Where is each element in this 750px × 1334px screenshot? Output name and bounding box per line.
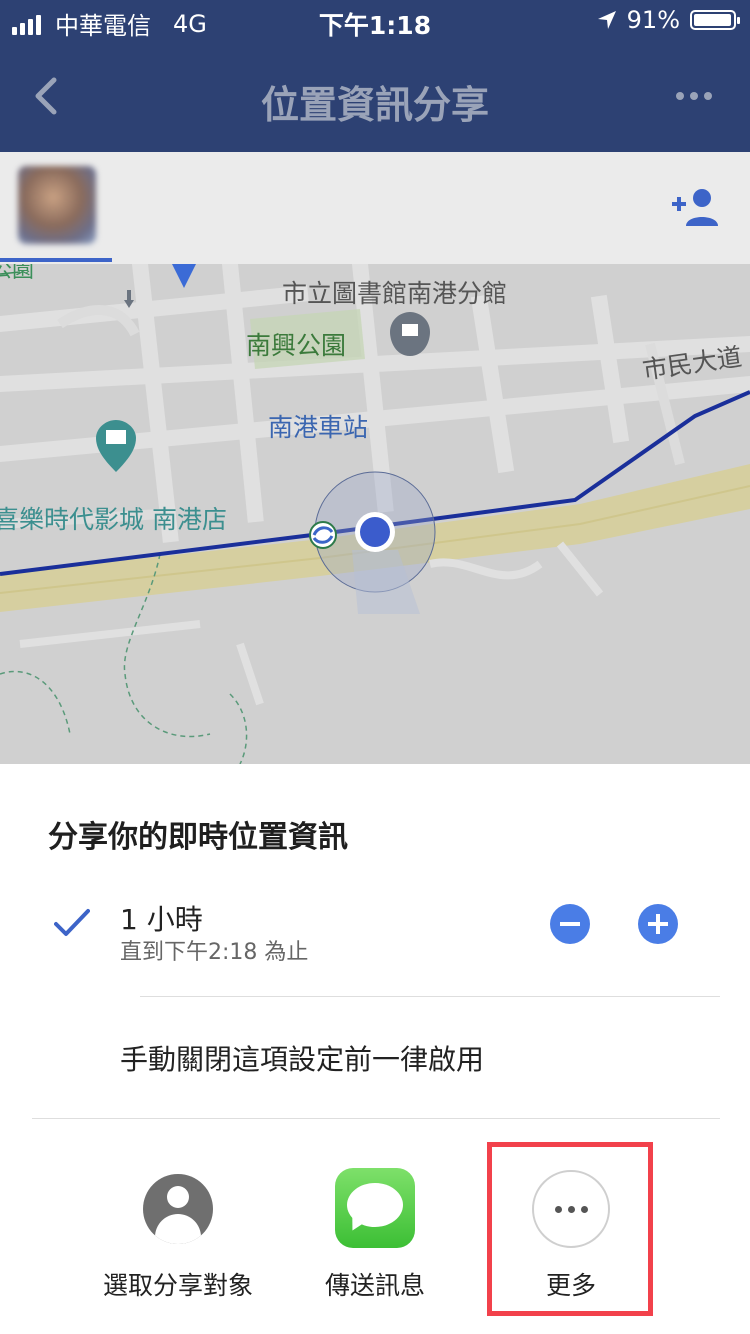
sheet-title: 分享你的即時位置資訊 [48, 820, 348, 855]
minus-icon [560, 922, 580, 926]
map-label-library: 市立圖書館南港分館 [282, 279, 508, 308]
avatar[interactable] [18, 166, 96, 244]
choose-contact-button[interactable]: 選取分享對象 [88, 1266, 268, 1302]
messages-icon[interactable] [335, 1168, 415, 1248]
decrease-duration-button[interactable] [550, 904, 590, 944]
library-pin-icon [390, 312, 430, 356]
battery-percent: 91% [626, 6, 680, 34]
map-label-park-partial: 公園 [0, 264, 35, 283]
add-person-icon[interactable] [672, 188, 720, 228]
increase-duration-button[interactable] [638, 904, 678, 944]
people-tabs [0, 152, 750, 265]
manual-option[interactable]: 手動關閉這項設定前一律啟用 [120, 1038, 484, 1078]
more-horizontal-icon[interactable] [676, 92, 712, 100]
share-sheet: 分享你的即時位置資訊 1 小時 直到下午2:18 為止 手動關閉這項設定前一律啟… [0, 764, 750, 1334]
cinema-pin-icon [96, 420, 136, 472]
highlight-box [487, 1142, 653, 1316]
divider [140, 996, 720, 997]
page-title: 位置資訊分享 [260, 83, 489, 127]
map-label-cinema: 喜樂時代影城 南港店 [0, 505, 227, 534]
transit-pin-icon [172, 264, 196, 288]
contact-icon[interactable] [143, 1174, 213, 1244]
divider [32, 1118, 720, 1119]
location-arrow-icon [597, 11, 616, 29]
duration-until: 直到下午2:18 為止 [120, 940, 309, 965]
status-bar: 中華電信 4G 下午1:18 91% [0, 0, 750, 40]
map-label-park: 南興公園 [246, 331, 347, 360]
send-message-button[interactable]: 傳送訊息 [285, 1266, 465, 1302]
duration-label[interactable]: 1 小時 [120, 898, 203, 938]
map-view[interactable]: 公園 市立圖書館南港分館 南興公園 市民大道 南港車站 喜樂時代影城 南港店 [0, 264, 750, 764]
status-right: 91% [597, 6, 740, 34]
nav-bar: 位置資訊分享 [0, 40, 750, 152]
battery-icon [690, 10, 740, 30]
map-label-station: 南港車站 [268, 413, 369, 442]
check-icon [54, 909, 90, 936]
tab-active-indicator [0, 258, 112, 262]
